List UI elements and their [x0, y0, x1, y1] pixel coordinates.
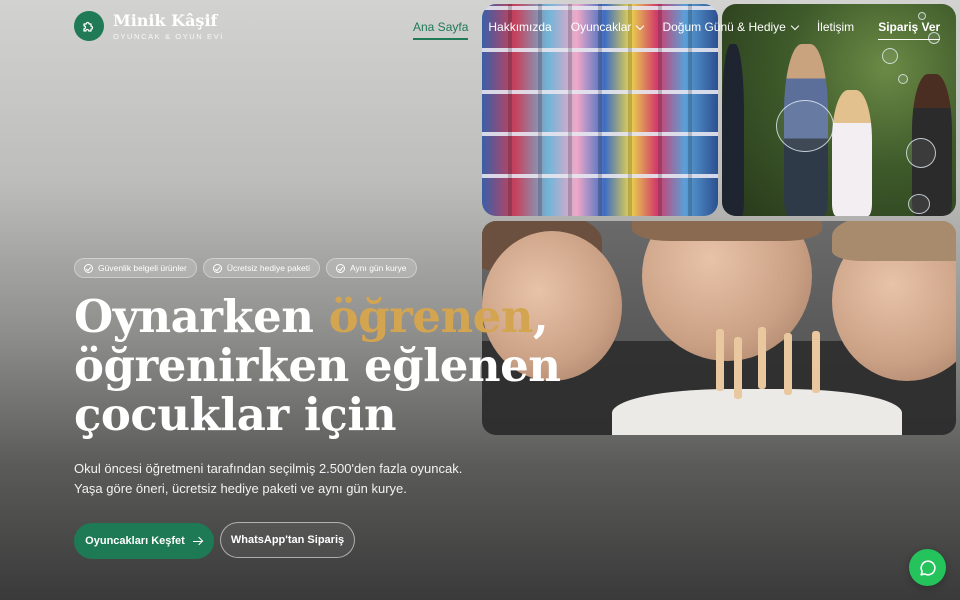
nav-item-label: Ana Sayfa [413, 20, 469, 34]
whatsapp-order-button[interactable]: WhatsApp'tan Sipariş [220, 522, 355, 558]
hero-lead-line2: Yaşa göre öneri, ücretsiz hediye paketi … [74, 480, 407, 496]
brand-tagline: OYUNCAK & OYUN EVİ [113, 31, 224, 41]
badge-same-day-courier: Aynı gün kurye [325, 258, 417, 278]
explore-toys-button[interactable]: Oyuncakları Keşfet [74, 523, 214, 559]
badge-label: Ücretsiz hediye paketi [226, 263, 310, 273]
brand-logo[interactable]: Minik Kâşif OYUNCAK & OYUN EVİ [74, 11, 224, 41]
order-now-label: Sipariş Ver [878, 20, 941, 34]
kids-with-bubbles-photo [722, 4, 956, 216]
chat-button[interactable] [909, 549, 946, 586]
badge-safety-certified: Güvenlik belgeli ürünler [74, 258, 197, 278]
nav-item-contact[interactable]: İletişim [817, 20, 854, 34]
nav-item-birthday-gifts[interactable]: Doğum Günü & Hediye [662, 20, 800, 34]
headline-line2: öğrenirken eğlenen [74, 339, 561, 392]
nav-item-label: Oyuncaklar [570, 20, 632, 34]
chat-bubble-icon [919, 559, 936, 576]
nav-item-label: İletişim [816, 20, 855, 34]
hero-lead-line1: Okul öncesi öğretmeni tarafından seçilmi… [74, 461, 463, 476]
check-circle-icon [84, 263, 93, 273]
headline-part1: Oynarken [74, 290, 329, 343]
headline-part2: , [533, 290, 549, 343]
arrow-right-icon [192, 536, 203, 546]
toy-store-shelves-photo [482, 4, 718, 216]
check-circle-icon [212, 263, 222, 273]
nav-item-label: Doğum Günü & Hediye [662, 20, 786, 34]
brand-name: Minik Kâşif [113, 10, 218, 30]
main-nav: Ana Sayfa Hakkımızda Oyuncaklar Doğum Gü… [413, 19, 941, 40]
explore-toys-label: Oyuncakları Keşfet [85, 535, 185, 547]
chevron-down-icon [790, 21, 800, 30]
badge-free-gift-wrap: Ücretsiz hediye paketi [202, 258, 320, 278]
nav-item-toys[interactable]: Oyuncaklar [570, 20, 645, 34]
badge-label: Güvenlik belgeli ürünler [98, 263, 187, 273]
puzzle-icon [74, 11, 104, 41]
chevron-down-icon [636, 21, 645, 30]
nav-item-label: Hakkımızda [488, 20, 552, 34]
badge-label: Aynı gün kurye [349, 263, 407, 273]
hero-headline: Oynarken öğrenen, öğrenirken eğlenen çoc… [74, 290, 561, 441]
nav-item-home[interactable]: Ana Sayfa [413, 20, 469, 40]
headline-accent: öğrenen [328, 290, 534, 343]
order-now-link[interactable]: Sipariş Ver [878, 20, 941, 40]
whatsapp-order-label: WhatsApp'tan Sipariş [230, 534, 345, 546]
headline-line3: çocuklar için [74, 388, 397, 441]
trust-badges: Güvenlik belgeli ürünler Ücretsiz hediye… [74, 258, 417, 278]
hero-lead: Okul öncesi öğretmeni tarafından seçilmi… [74, 459, 494, 498]
nav-item-about[interactable]: Hakkımızda [488, 20, 551, 34]
check-circle-icon [335, 263, 345, 273]
